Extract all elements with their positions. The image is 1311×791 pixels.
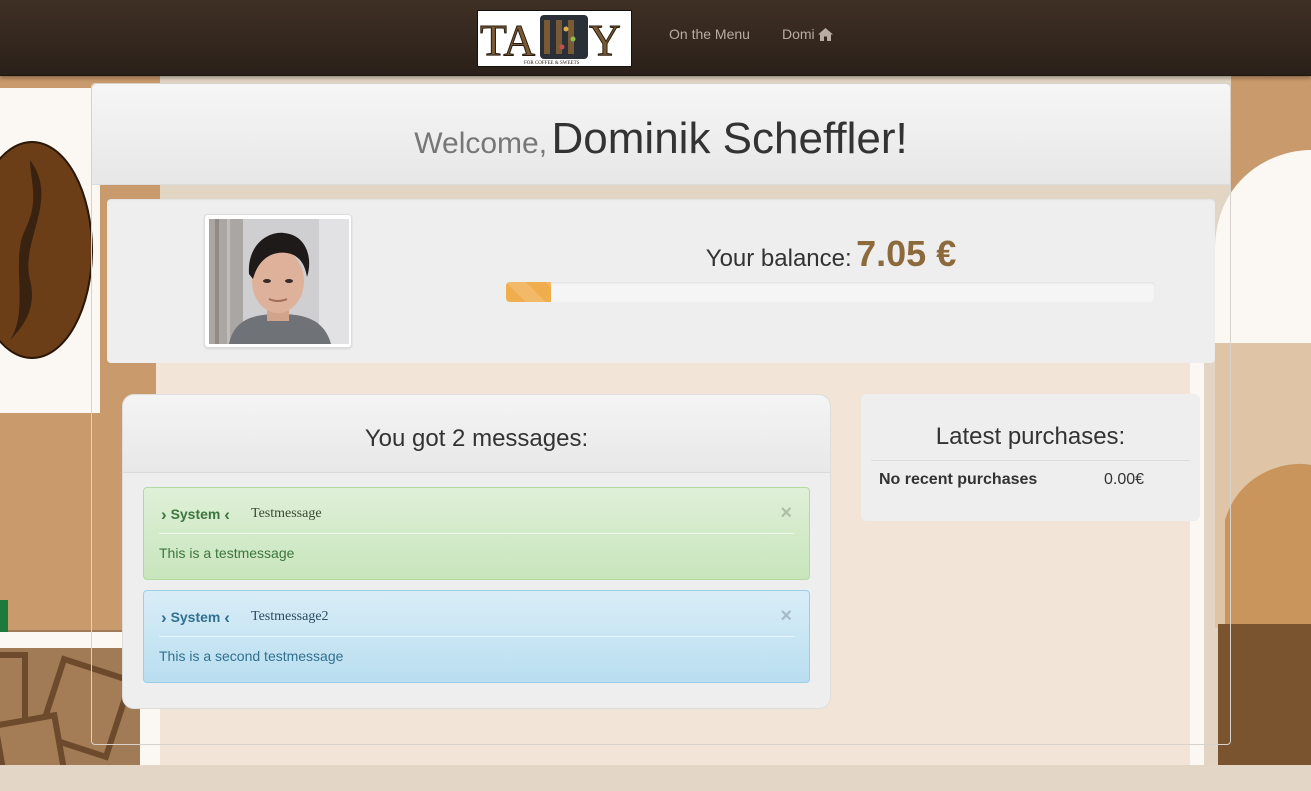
balance-value: 7.05 € <box>856 233 957 274</box>
profile-well: Your balance: 7.05 € <box>107 199 1215 363</box>
balance-progress <box>506 282 1155 302</box>
nav-on-the-menu[interactable]: On the Menu <box>669 26 750 42</box>
message-sender: › System ‹ <box>161 608 230 628</box>
messages-header: You got 2 messages: <box>123 395 830 473</box>
page-title: Welcome, Dominik Scheffler! <box>92 114 1230 164</box>
purchase-row: No recent purchases 0.00€ <box>879 471 1182 491</box>
message-body: This is a second testmessage <box>159 648 344 664</box>
message-header: › System ‹ Testmessage2 × <box>159 601 794 637</box>
chevron-left-icon: ‹ <box>224 608 230 627</box>
latest-purchases-panel: Latest purchases: No recent purchases 0.… <box>861 394 1200 521</box>
message-item: › System ‹ Testmessage × This is a testm… <box>143 487 810 580</box>
svg-text:TA: TA <box>480 16 535 65</box>
balance-progress-bar <box>506 282 552 302</box>
message-header: › System ‹ Testmessage × <box>159 498 794 534</box>
avatar <box>204 214 352 348</box>
nav-user-home[interactable]: Domi <box>782 26 833 42</box>
close-message-button[interactable]: × <box>780 606 792 626</box>
close-message-button[interactable]: × <box>780 503 792 523</box>
sender-label: System <box>170 609 221 625</box>
message-subject: Testmessage2 <box>251 609 329 624</box>
avatar-photo <box>209 219 349 344</box>
chevron-right-icon: › <box>161 505 167 524</box>
nav-user-label: Domi <box>782 26 815 42</box>
balance-label: Your balance: <box>705 245 852 272</box>
purchase-price: 0.00€ <box>1104 471 1145 488</box>
purchases-title: Latest purchases: <box>935 423 1126 450</box>
home-icon <box>817 28 833 41</box>
svg-text:Y: Y <box>589 16 621 65</box>
message-item: › System ‹ Testmessage2 × This is a seco… <box>143 590 810 683</box>
message-body: This is a testmessage <box>159 545 295 561</box>
sender-label: System <box>170 506 221 522</box>
svg-text:FOR COFFEE & SWEETS: FOR COFFEE & SWEETS <box>524 61 580 66</box>
user-name: Dominik Scheffler! <box>551 114 908 163</box>
welcome-prefix: Welcome, <box>414 127 548 160</box>
purchase-item: No recent purchases <box>879 471 1038 488</box>
message-sender: › System ‹ <box>161 505 230 525</box>
messages-title: You got 2 messages: <box>364 425 589 452</box>
chevron-left-icon: ‹ <box>224 505 230 524</box>
top-navbar: TA Y FOR COFFEE & SWEETS On the Menu Dom… <box>0 0 1311 76</box>
welcome-header: Welcome, Dominik Scheffler! <box>92 84 1230 185</box>
brand-logo[interactable]: TA Y FOR COFFEE & SWEETS <box>477 10 632 67</box>
divider <box>871 460 1190 461</box>
chevron-right-icon: › <box>161 608 167 627</box>
message-subject: Testmessage <box>251 506 322 521</box>
messages-panel: You got 2 messages: › System ‹ Testmessa… <box>122 394 831 709</box>
balance-line: Your balance: 7.05 € <box>506 233 1156 275</box>
tally-logo-icon: TA Y FOR COFFEE & SWEETS <box>480 15 621 66</box>
